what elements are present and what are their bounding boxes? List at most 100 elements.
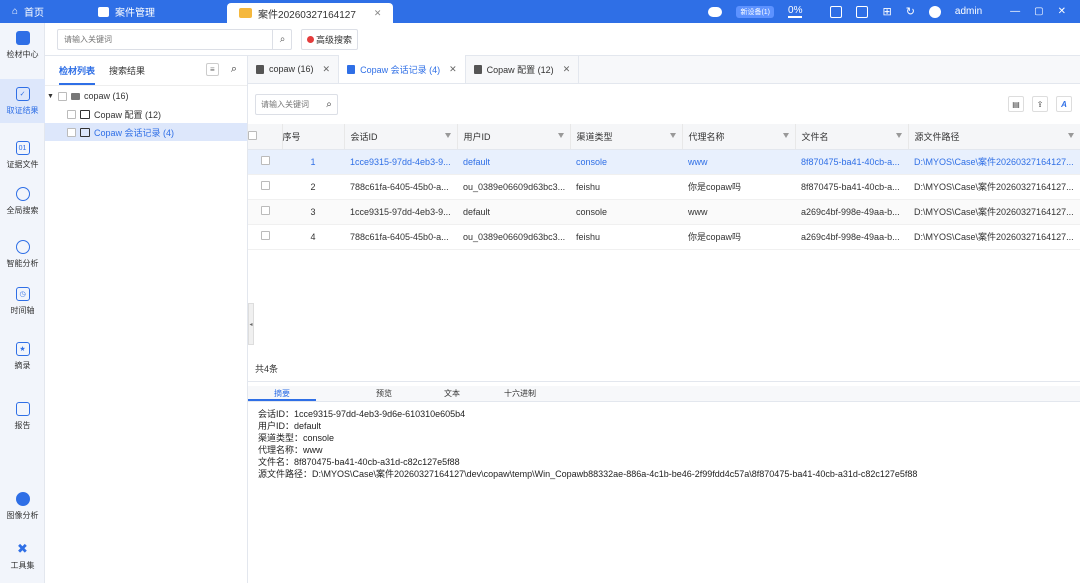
main-panel: copaw (16) ✕ Copaw 会话记录 (4) ✕ Copaw 配置 (… — [248, 55, 1080, 583]
title-bar: ⌂ 首页 案件管理 案件20260327164127 ✕ 新设备(1) 0% ⊞… — [0, 0, 1080, 23]
divider — [248, 381, 1080, 382]
avatar[interactable] — [928, 5, 941, 18]
tree-node-root[interactable]: ▼ copaw (16) — [45, 87, 247, 105]
close-icon[interactable]: ✕ — [323, 64, 331, 75]
alert-dot-icon — [307, 36, 314, 43]
minimize-icon[interactable]: — — [1010, 6, 1020, 17]
close-icon[interactable]: ✕ — [563, 64, 571, 75]
house-icon — [15, 31, 30, 45]
clock-icon: ◷ — [15, 287, 30, 301]
column-header[interactable]: 渠道类型 — [570, 124, 683, 150]
column-header[interactable]: 会话ID — [344, 124, 458, 150]
home-icon: ⌂ — [12, 6, 19, 17]
tab-home[interactable]: ⌂ 首页 — [0, 0, 56, 23]
select-all-checkbox[interactable] — [248, 130, 257, 140]
evidence-tree-panel: 检材列表 搜索结果 ≡ ⌕ ▼ copaw (16) Copaw 配置 (12)… — [45, 56, 248, 583]
table-row[interactable]: 4 788c61fa-6405-45b0-a... ou_0389e06609d… — [248, 224, 1080, 250]
brain-icon — [15, 240, 30, 254]
tab-case-management[interactable]: 案件管理 — [86, 0, 167, 23]
detail-tab-text[interactable]: 文本 — [418, 386, 486, 401]
user-name[interactable]: admin — [955, 6, 982, 17]
search-icon[interactable]: ⌕ — [231, 63, 237, 76]
tab-case[interactable]: 案件20260327164127 ✕ — [227, 3, 394, 23]
advanced-search-button[interactable]: 高级搜索 — [301, 29, 359, 50]
filter-icon[interactable] — [557, 133, 564, 138]
close-icon[interactable]: ✕ — [449, 64, 457, 75]
tab-case-label: 案件20260327164127 — [258, 9, 356, 21]
nav-image-analysis[interactable]: 图像分析 — [0, 492, 45, 521]
column-header[interactable]: 源文件路径 — [908, 124, 1080, 150]
tab-evidence-list[interactable]: 检材列表 — [59, 64, 96, 85]
collapse-panel-handle[interactable]: ◂ — [248, 303, 254, 345]
filter-icon[interactable] — [895, 133, 902, 138]
search-icon[interactable]: ⌕ — [272, 29, 292, 50]
font-icon[interactable]: A — [1056, 96, 1072, 112]
nav-evidence-files[interactable]: 01 证据文件 — [0, 141, 45, 170]
filter-icon[interactable] — [782, 133, 789, 138]
nav-report[interactable]: 报告 — [0, 402, 45, 431]
doc-tab-config[interactable]: Copaw 配置 (12) ✕ — [466, 55, 580, 83]
tree-checkbox[interactable] — [67, 127, 76, 137]
nav-evidence-center[interactable]: 检材中心 — [0, 31, 45, 60]
search-icon — [15, 187, 30, 201]
column-header[interactable]: 文件名 — [795, 124, 909, 150]
nav-toolkit[interactable]: ✖ 工具集 — [0, 541, 45, 571]
progress-label[interactable]: 0% — [788, 5, 803, 18]
global-search-input[interactable] — [57, 29, 292, 50]
table-row[interactable]: 1 1cce9315-97dd-4eb3-9... default consol… — [248, 149, 1080, 175]
detail-line: 会话ID：1cce9315-97dd-4eb3-9d6e-610310e605b… — [258, 409, 466, 419]
image-icon — [15, 492, 30, 506]
select-all-header[interactable] — [248, 124, 283, 150]
column-header[interactable]: 代理名称 — [682, 124, 796, 150]
detail-tab-hex[interactable]: 十六进制 — [486, 386, 554, 401]
nav-forensic-results[interactable]: ✓ 取证结果 — [0, 79, 45, 123]
table-row[interactable]: 2 788c61fa-6405-45b0-a... ou_0389e06609d… — [248, 174, 1080, 200]
grid-icon[interactable]: ⊞ — [882, 5, 891, 18]
row-checkbox[interactable] — [260, 206, 270, 215]
tab-search-results[interactable]: 搜索结果 — [109, 64, 145, 77]
tree-checkbox[interactable] — [57, 91, 67, 101]
folder-icon — [70, 92, 80, 100]
detail-line: 用户ID：default — [258, 421, 322, 431]
doc-tab-copaw[interactable]: copaw (16) ✕ — [248, 55, 340, 83]
nav-global-search[interactable]: 全局搜索 — [0, 187, 45, 216]
tree-node-sessions[interactable]: Copaw 会话记录 (4) — [45, 123, 247, 141]
filter-icon[interactable] — [669, 133, 676, 138]
search-icon[interactable]: ⌕ — [320, 94, 338, 115]
upload-icon[interactable]: ⇪ — [1032, 96, 1048, 112]
column-header[interactable]: 用户ID — [457, 124, 571, 150]
binary-file-icon: 01 — [15, 141, 30, 155]
doc-tab-sessions[interactable]: Copaw 会话记录 (4) ✕ — [339, 55, 466, 83]
row-checkbox[interactable] — [260, 156, 270, 165]
tools-icon: ✖ — [17, 541, 28, 556]
column-header[interactable]: 序号 — [282, 124, 345, 150]
document-icon — [347, 64, 356, 74]
nav-excerpt[interactable]: ★ 摘录 — [0, 342, 45, 371]
detail-line: 渠道类型：console — [258, 433, 335, 443]
detail-tabs: 摘要 预览 文本 十六进制 — [248, 386, 1080, 402]
maximize-icon[interactable]: ▢ — [1034, 6, 1043, 17]
close-window-icon[interactable]: ✕ — [1058, 6, 1066, 17]
tree-checkbox[interactable] — [67, 109, 76, 119]
record-icon[interactable] — [830, 5, 843, 18]
menu-icon[interactable]: ≡ — [205, 63, 219, 76]
crop-icon[interactable] — [856, 5, 869, 18]
filter-icon[interactable] — [444, 133, 451, 138]
export-document-icon[interactable]: ▤ — [1008, 96, 1024, 112]
filter-icon[interactable] — [1067, 133, 1074, 138]
new-device-badge[interactable]: 新设备(1) — [736, 5, 775, 18]
tree-node-config[interactable]: Copaw 配置 (12) — [45, 105, 247, 123]
table-row[interactable]: 3 1cce9315-97dd-4eb3-9... default consol… — [248, 199, 1080, 225]
row-checkbox[interactable] — [260, 231, 270, 240]
row-checkbox[interactable] — [260, 181, 270, 190]
nav-timeline[interactable]: ◷ 时间轴 — [0, 287, 45, 316]
detail-tab-summary[interactable]: 摘要 — [248, 386, 316, 401]
expand-icon[interactable]: ▼ — [47, 93, 54, 100]
detail-tab-preview[interactable]: 预览 — [350, 386, 418, 401]
detail-line: 源文件路径：D:\MYOS\Case\案件20260327164127\dev\… — [258, 469, 918, 479]
close-icon[interactable]: ✕ — [374, 8, 382, 19]
refresh-icon[interactable]: ↻ — [906, 5, 915, 18]
nav-smart-analysis[interactable]: 智能分析 — [0, 240, 45, 269]
device-icon[interactable] — [708, 6, 723, 17]
global-search-bar: ⌕ 高级搜索 — [45, 23, 1080, 56]
